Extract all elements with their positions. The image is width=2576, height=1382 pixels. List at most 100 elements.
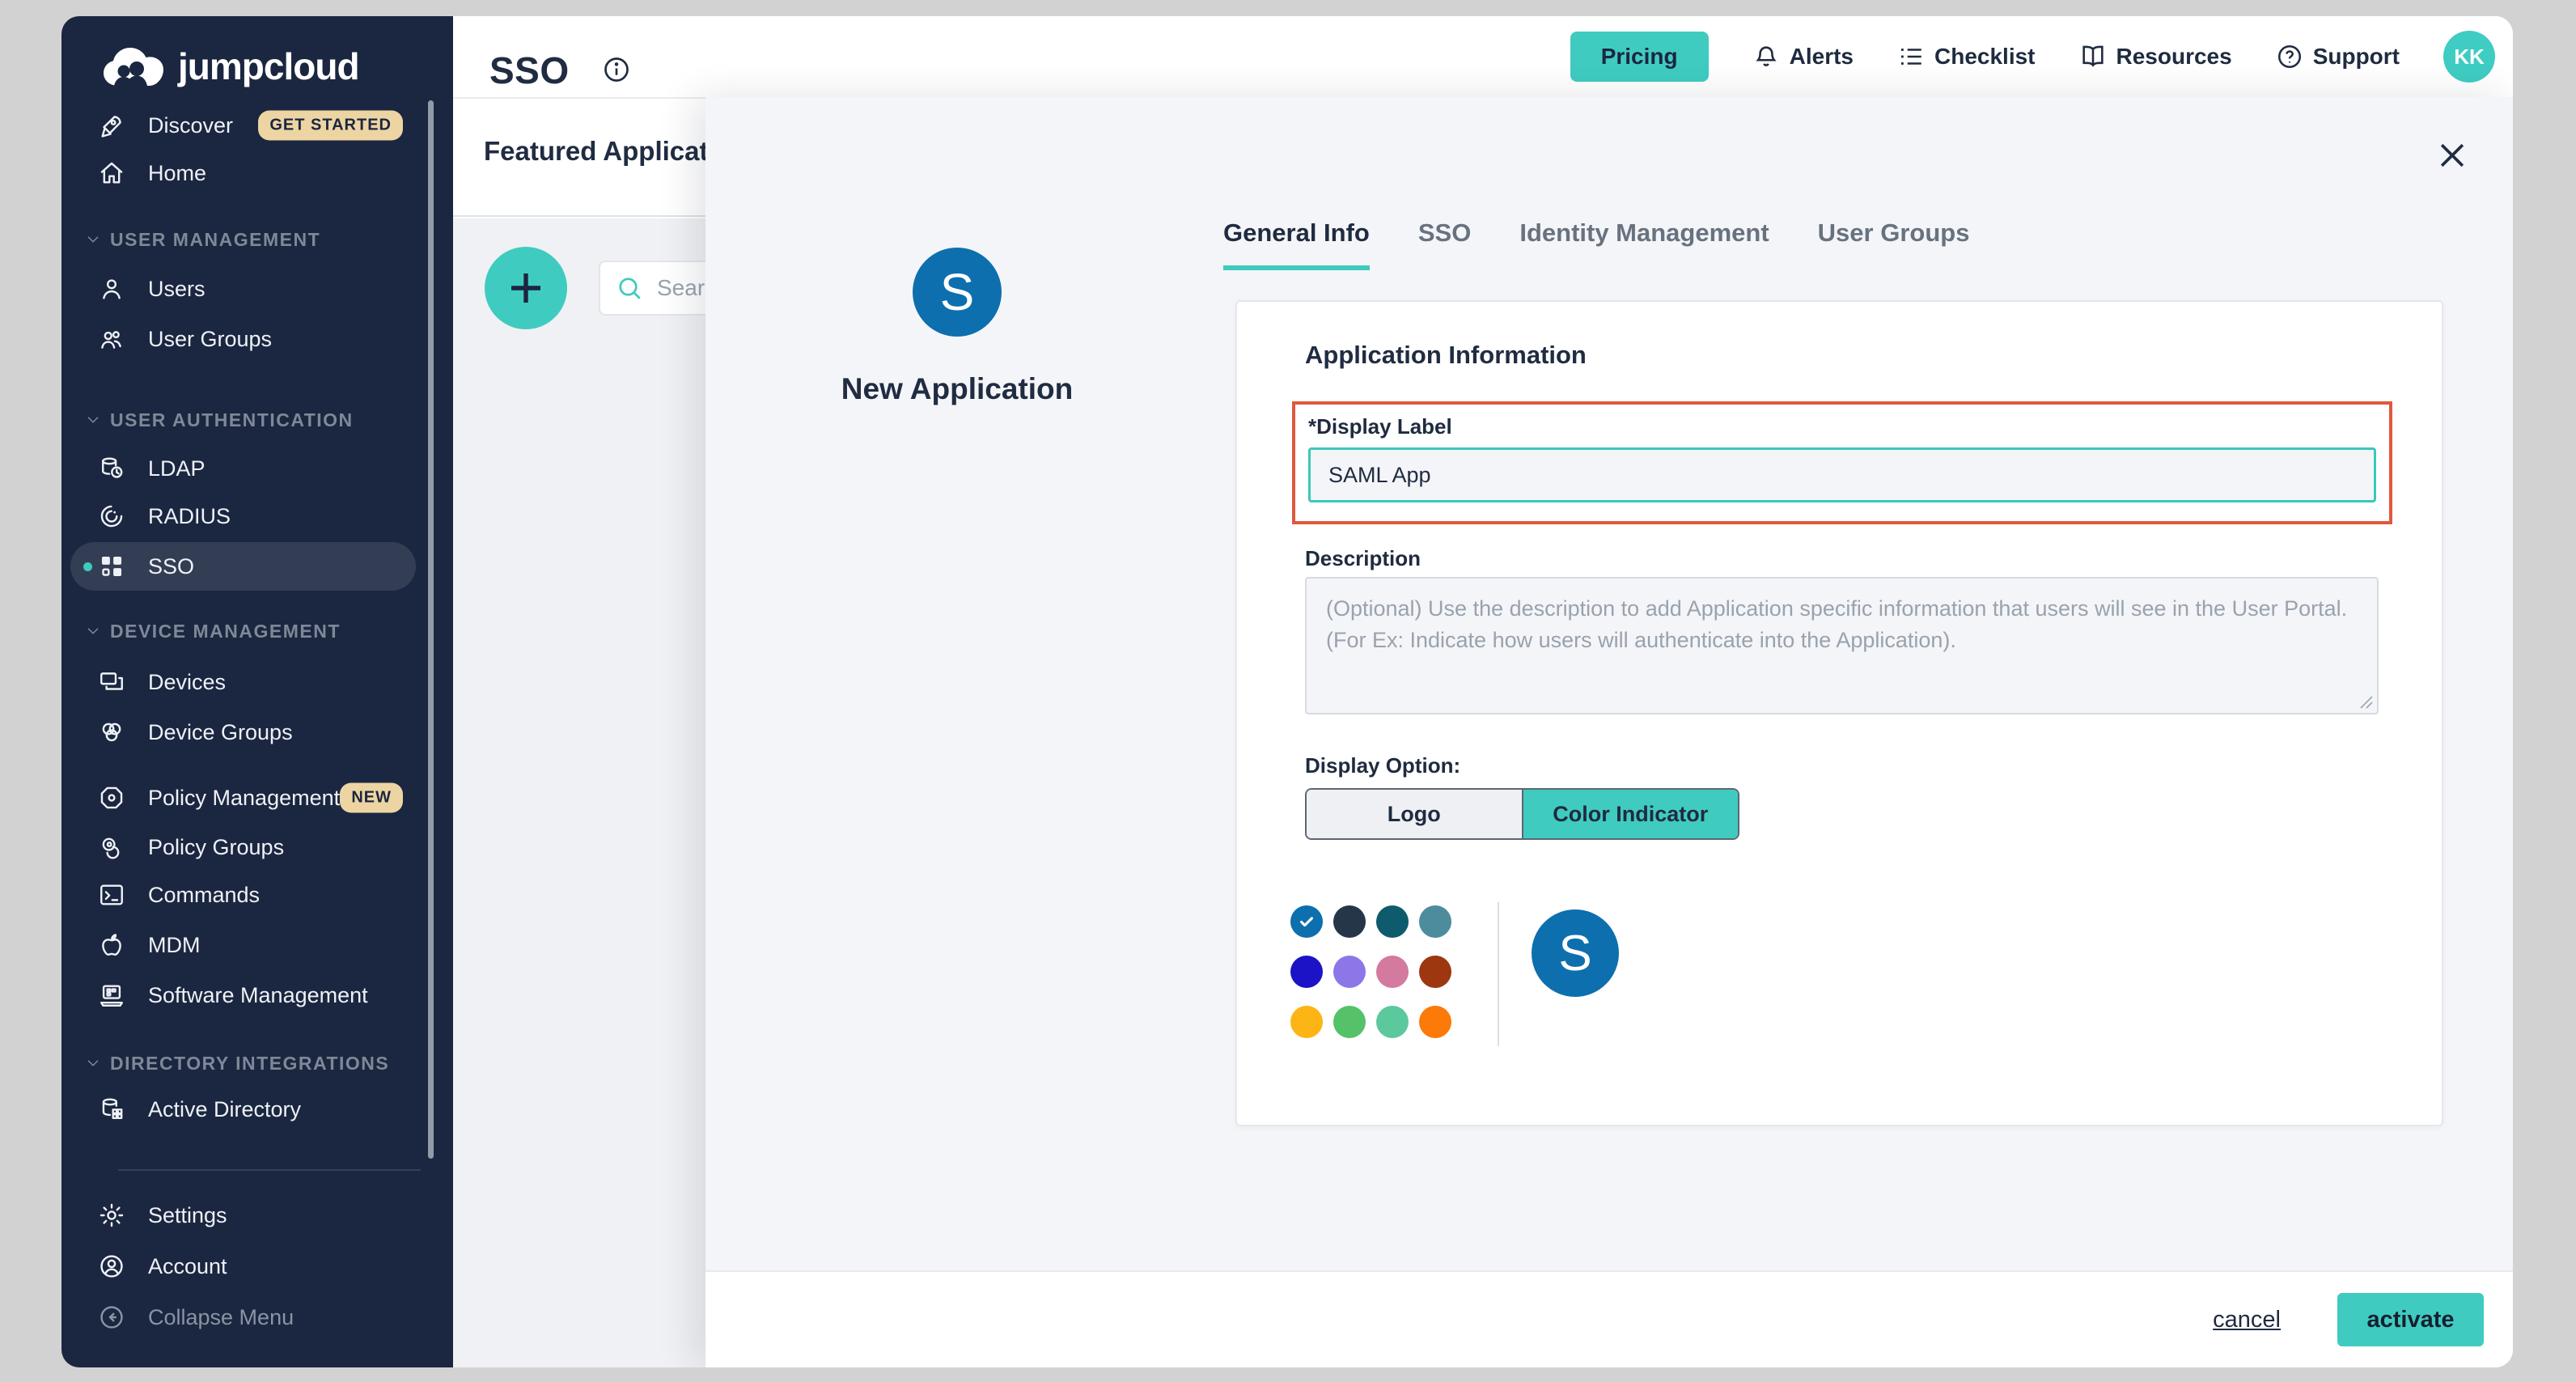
sidebar-item-ldap[interactable]: LDAP bbox=[61, 443, 453, 494]
color-preview-circle: S bbox=[1532, 909, 1619, 997]
app-window: SSO Pricing Alerts Checklist Resources bbox=[61, 16, 2513, 1367]
sidebar-item-label: USER AUTHENTICATION bbox=[110, 409, 354, 431]
sidebar-item-sso[interactable]: SSO bbox=[61, 541, 453, 591]
info-icon[interactable] bbox=[602, 55, 631, 84]
sidebar-item-directory-integrations[interactable]: DIRECTORY INTEGRATIONS bbox=[61, 1047, 453, 1079]
devices-icon bbox=[98, 668, 125, 696]
sidebar-item-label: Commands bbox=[148, 883, 260, 908]
chevron-down-icon bbox=[84, 231, 102, 248]
sidebar-item-account[interactable]: Account bbox=[61, 1241, 453, 1291]
cancel-button[interactable]: cancel bbox=[2213, 1307, 2281, 1333]
color-swatch-6[interactable] bbox=[1376, 956, 1409, 988]
color-swatch-8[interactable] bbox=[1290, 1006, 1323, 1038]
device-groups-icon bbox=[98, 719, 125, 746]
checklist-button[interactable]: Checklist bbox=[1897, 43, 2036, 70]
policy-groups-icon bbox=[98, 833, 125, 861]
sidebar-item-active-directory[interactable]: Active Directory bbox=[61, 1084, 453, 1134]
color-swatch-9[interactable] bbox=[1333, 1006, 1366, 1038]
radius-icon bbox=[98, 502, 125, 530]
sidebar-item-software-management[interactable]: Software Management bbox=[61, 970, 453, 1020]
sidebar-item-label: Account bbox=[148, 1254, 227, 1279]
sidebar-item-mdm[interactable]: MDM bbox=[61, 920, 453, 970]
color-swatch-1[interactable] bbox=[1333, 905, 1366, 938]
display-option-toggle: LogoColor Indicator bbox=[1305, 788, 1739, 840]
color-indicator-palette bbox=[1290, 905, 1451, 1038]
sidebar-item-settings[interactable]: Settings bbox=[61, 1190, 453, 1240]
bell-icon bbox=[1752, 43, 1780, 70]
resources-button[interactable]: Resources bbox=[2079, 43, 2232, 70]
sidebar-item-device-management[interactable]: DEVICE MANAGEMENT bbox=[61, 615, 453, 647]
policy-icon bbox=[98, 784, 125, 812]
sidebar-item-label: Discover bbox=[148, 113, 233, 138]
pricing-button[interactable]: Pricing bbox=[1570, 32, 1709, 82]
sidebar-item-user-authentication[interactable]: USER AUTHENTICATION bbox=[61, 404, 453, 436]
add-application-button[interactable] bbox=[485, 247, 567, 329]
display-option-logo[interactable]: Logo bbox=[1307, 790, 1523, 838]
tab-sso[interactable]: SSO bbox=[1418, 218, 1471, 270]
top-bar: SSO Pricing Alerts Checklist Resources bbox=[453, 16, 2513, 97]
display-option-label: Display Option: bbox=[1305, 753, 1460, 778]
modal-footer: cancel activate bbox=[705, 1270, 2513, 1367]
plus-icon bbox=[504, 266, 548, 310]
color-swatch-5[interactable] bbox=[1333, 956, 1366, 988]
description-textarea[interactable] bbox=[1305, 577, 2379, 714]
sidebar-item-label: Software Management bbox=[148, 983, 368, 1008]
display-label-label: *Display Label bbox=[1308, 414, 2376, 439]
color-swatch-3[interactable] bbox=[1419, 905, 1451, 938]
sidebar-item-radius[interactable]: RADIUS bbox=[61, 491, 453, 541]
sidebar-item-policy-management[interactable]: Policy ManagementNEW bbox=[61, 773, 453, 823]
application-information-card: Application Information *Display Label D… bbox=[1235, 300, 2443, 1126]
sidebar-item-collapse-menu[interactable]: Collapse Menu bbox=[61, 1292, 453, 1342]
sidebar-badge: GET STARTED bbox=[258, 111, 403, 141]
display-label-input[interactable] bbox=[1308, 447, 2376, 502]
user-group-icon bbox=[98, 325, 125, 353]
rocket-icon bbox=[98, 112, 125, 139]
tab-identity-management[interactable]: Identity Management bbox=[1519, 218, 1769, 270]
close-modal-button[interactable] bbox=[2432, 136, 2472, 176]
alerts-button[interactable]: Alerts bbox=[1752, 43, 1854, 70]
sidebar-item-label: LDAP bbox=[148, 456, 205, 481]
application-name: New Application bbox=[795, 372, 1119, 406]
ldap-database-icon bbox=[98, 455, 125, 482]
chevron-down-icon bbox=[84, 1054, 102, 1072]
user-avatar[interactable]: KK bbox=[2443, 31, 2495, 83]
home-icon bbox=[98, 159, 125, 187]
sidebar-item-policy-groups[interactable]: Policy Groups bbox=[61, 822, 453, 872]
sidebar-scrollbar[interactable] bbox=[428, 100, 434, 1159]
tab-general-info[interactable]: General Info bbox=[1223, 218, 1370, 270]
tab-user-groups[interactable]: User Groups bbox=[1818, 218, 1970, 270]
color-swatch-4[interactable] bbox=[1290, 956, 1323, 988]
sidebar-divider bbox=[118, 1169, 421, 1171]
sidebar-item-users[interactable]: Users bbox=[61, 264, 453, 314]
sidebar-item-user-management[interactable]: USER MANAGEMENT bbox=[61, 223, 453, 256]
display-option-color-indicator[interactable]: Color Indicator bbox=[1523, 790, 1739, 838]
search-icon bbox=[615, 273, 644, 303]
activate-button[interactable]: activate bbox=[2337, 1293, 2484, 1346]
support-button[interactable]: Support bbox=[2276, 43, 2400, 70]
sidebar-item-device-groups[interactable]: Device Groups bbox=[61, 707, 453, 757]
application-logo: S bbox=[913, 248, 1002, 337]
sidebar-item-user-groups[interactable]: User Groups bbox=[61, 314, 453, 364]
chevron-down-icon bbox=[84, 622, 102, 640]
sidebar-item-commands[interactable]: Commands bbox=[61, 870, 453, 920]
software-icon bbox=[98, 981, 125, 1009]
sidebar-item-label: Home bbox=[148, 161, 206, 186]
question-circle-icon bbox=[2276, 43, 2303, 70]
sidebar-item-label: SSO bbox=[148, 554, 194, 579]
color-swatch-11[interactable] bbox=[1419, 1006, 1451, 1038]
jumpcloud-logo[interactable]: jumpcloud bbox=[102, 44, 359, 89]
color-swatch-0-selected[interactable] bbox=[1290, 905, 1323, 938]
sidebar-item-label: DEVICE MANAGEMENT bbox=[110, 621, 341, 642]
sidebar-item-devices[interactable]: Devices bbox=[61, 657, 453, 707]
sidebar-item-label: Policy Management bbox=[148, 786, 340, 811]
sidebar-item-home[interactable]: Home bbox=[61, 148, 453, 198]
sidebar-item-discover[interactable]: Discover GET STARTED bbox=[61, 100, 453, 150]
color-swatch-7[interactable] bbox=[1419, 956, 1451, 988]
sidebar-item-label: Settings bbox=[148, 1203, 227, 1228]
card-title: Application Information bbox=[1305, 341, 1587, 370]
color-swatch-10[interactable] bbox=[1376, 1006, 1409, 1038]
page-title: SSO bbox=[489, 49, 570, 92]
sidebar-item-label: MDM bbox=[148, 933, 200, 958]
sidebar-item-label: RADIUS bbox=[148, 504, 231, 529]
color-swatch-2[interactable] bbox=[1376, 905, 1409, 938]
